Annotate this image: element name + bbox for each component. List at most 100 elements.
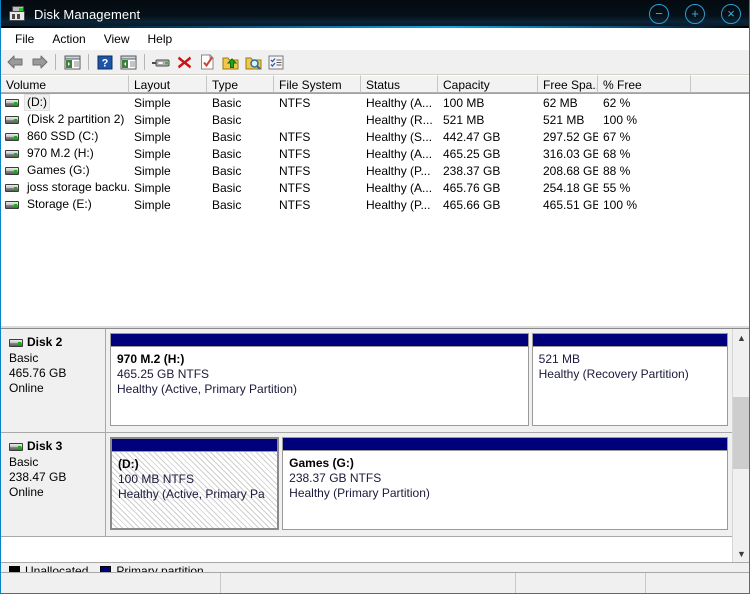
partition-size-filesystem: 238.37 GB NTFS [289, 471, 382, 485]
partition-block[interactable]: 970 M.2 (H:) 465.25 GB NTFS Healthy (Activ… [110, 333, 529, 426]
properties-button[interactable] [196, 52, 218, 73]
partition-status: Healthy (Recovery Partition) [538, 367, 689, 381]
back-button[interactable] [5, 52, 27, 73]
column-header-file-system[interactable]: File System [274, 75, 361, 93]
rescan-disks-button[interactable] [150, 52, 172, 73]
table-row[interactable]: 970 M.2 (H:) Simple Basic NTFS Healthy (A...… [1, 145, 749, 162]
menu-item-view[interactable]: View [95, 30, 139, 48]
cell-file-system: NTFS [279, 95, 311, 110]
disk-drive-icon [152, 59, 170, 66]
graphical-view-scrollbar[interactable]: ▲ ▼ [732, 329, 749, 562]
partition-title: 970 M.2 (H:) [117, 352, 185, 366]
cell-capacity: 465.76 GB [443, 180, 501, 195]
yellow-folder-up-arrow-icon [222, 57, 238, 69]
window-title: Disk Management [34, 6, 141, 22]
disk-type: Basic [9, 455, 39, 469]
volume-drive-icon [5, 115, 19, 124]
scroll-down-arrow-icon[interactable]: ▼ [733, 545, 749, 562]
column-header-status[interactable]: Status [361, 75, 438, 93]
table-row[interactable]: 860 SSD (C:) Simple Basic NTFS Healthy (S...… [1, 128, 749, 145]
cell-volume: (Disk 2 partition 2) [1, 112, 129, 127]
partition-block[interactable]: (D:) 100 MB NTFS Healthy (Active, Primary … [110, 437, 280, 530]
partition-status: Healthy (Primary Partition) [289, 486, 430, 500]
volume-drive-icon [5, 98, 19, 107]
show-hide-action-pane-button[interactable] [117, 52, 139, 73]
menu-bar: File Action View Help [1, 28, 749, 50]
menu-item-action[interactable]: Action [43, 30, 94, 48]
disk-row: Disk 2 Basic 465.76 GB Online 970 M.2 (H:) 46… [1, 329, 732, 433]
help-button[interactable]: ? [94, 52, 116, 73]
cell-type: Basic [212, 197, 242, 212]
partition-block[interactable]: Games (G:) 238.37 GB NTFS Healthy (Primary… [282, 437, 728, 530]
cell-capacity: 521 MB [443, 112, 485, 127]
disk-row: Disk 3 Basic 238.47 GB Online (D:) 100 MB NTF… [1, 433, 732, 537]
volume-name: Storage (E:) [27, 197, 92, 211]
menu-item-file[interactable]: File [6, 30, 43, 48]
show-hide-console-tree-button[interactable] [61, 52, 83, 73]
column-header-layout[interactable]: Layout [129, 75, 207, 93]
table-row[interactable]: joss storage backu... Simple Basic NTFS Heal… [1, 179, 749, 196]
cell-file-system: NTFS [279, 146, 311, 161]
column-header--free[interactable]: % Free [598, 75, 691, 93]
table-row[interactable]: Storage (E:) Simple Basic NTFS Healthy (P...… [1, 196, 749, 213]
cell-type: Basic [212, 95, 242, 110]
disk-graph-scroll-area: Disk 2 Basic 465.76 GB Online 970 M.2 (H:) 46… [1, 329, 732, 562]
cell-volume: (D:) [1, 94, 129, 111]
cell-layout: Simple [134, 146, 171, 161]
menu-item-help[interactable]: Help [139, 30, 182, 48]
disk-state: Online [9, 485, 44, 499]
table-row[interactable]: (Disk 2 partition 2) Simple Basic Healthy (… [1, 111, 749, 128]
partition-color-bar [112, 439, 278, 452]
cell-volume: Storage (E:) [1, 197, 129, 212]
disk-info-panel[interactable]: Disk 3 Basic 238.47 GB Online [1, 433, 106, 536]
cell-percent-free: 55 % [603, 180, 631, 195]
cell-file-system: NTFS [279, 180, 311, 195]
partition-title: (D:) [118, 457, 139, 471]
volume-name: (Disk 2 partition 2) [27, 112, 125, 126]
toolbar-separator-3 [144, 54, 145, 70]
status-segment-1 [1, 573, 221, 593]
table-row[interactable]: (D:) Simple Basic NTFS Healthy (A... 100 MB 62… [1, 94, 749, 111]
red-x-icon [177, 56, 191, 68]
scrollbar-thumb[interactable] [733, 397, 749, 469]
cell-percent-free: 100 % [603, 197, 638, 212]
minimize-button[interactable]: − [649, 4, 669, 24]
cell-free-space: 521 MB [543, 112, 585, 127]
cell-volume: Games (G:) [1, 163, 129, 178]
disk-management-icon [8, 5, 26, 23]
action-pane-icon [120, 55, 136, 69]
cell-status: Healthy (P... [366, 163, 431, 178]
volume-name: 860 SSD (C:) [27, 129, 99, 143]
list-properties-button[interactable] [265, 52, 287, 73]
disk-name: Disk 2 [27, 335, 63, 349]
close-button[interactable]: × [721, 4, 741, 24]
volume-list-rows: (D:) Simple Basic NTFS Healthy (A... 100 MB 62… [1, 94, 749, 213]
column-header-free-spa[interactable]: Free Spa... [538, 75, 598, 93]
partition-color-bar [532, 334, 727, 347]
cell-volume: joss storage backu... [1, 180, 129, 195]
partition-block[interactable]: 521 MB Healthy (Recovery Partition) [531, 333, 728, 426]
partition-color-bar [283, 438, 727, 451]
cell-type: Basic [212, 163, 242, 178]
delete-button[interactable] [173, 52, 195, 73]
column-header-capacity[interactable]: Capacity [438, 75, 538, 93]
toolbar-separator-2 [88, 54, 89, 70]
cell-capacity: 238.37 GB [443, 163, 501, 178]
maximize-button[interactable]: + [685, 4, 705, 24]
status-bar [1, 572, 749, 593]
table-row[interactable]: Games (G:) Simple Basic NTFS Healthy (P... 23… [1, 162, 749, 179]
scroll-up-arrow-icon[interactable]: ▲ [733, 329, 749, 346]
maximize-glyph: + [691, 6, 699, 21]
new-volume-button[interactable] [219, 52, 241, 73]
volume-name: 970 M.2 (H:) [27, 146, 94, 160]
disk-info-panel[interactable]: Disk 2 Basic 465.76 GB Online [1, 329, 106, 432]
search-button[interactable] [242, 52, 264, 73]
partition-details: 970 M.2 (H:) 465.25 GB NTFS Healthy (Activ… [111, 347, 528, 425]
cell-layout: Simple [134, 197, 171, 212]
forward-button[interactable] [28, 52, 50, 73]
title-bar: Disk Management − + × [1, 0, 749, 28]
column-header-type[interactable]: Type [207, 75, 274, 93]
column-header-volume[interactable]: Volume [1, 75, 129, 93]
cell-type: Basic [212, 146, 242, 161]
cell-layout: Simple [134, 129, 171, 144]
